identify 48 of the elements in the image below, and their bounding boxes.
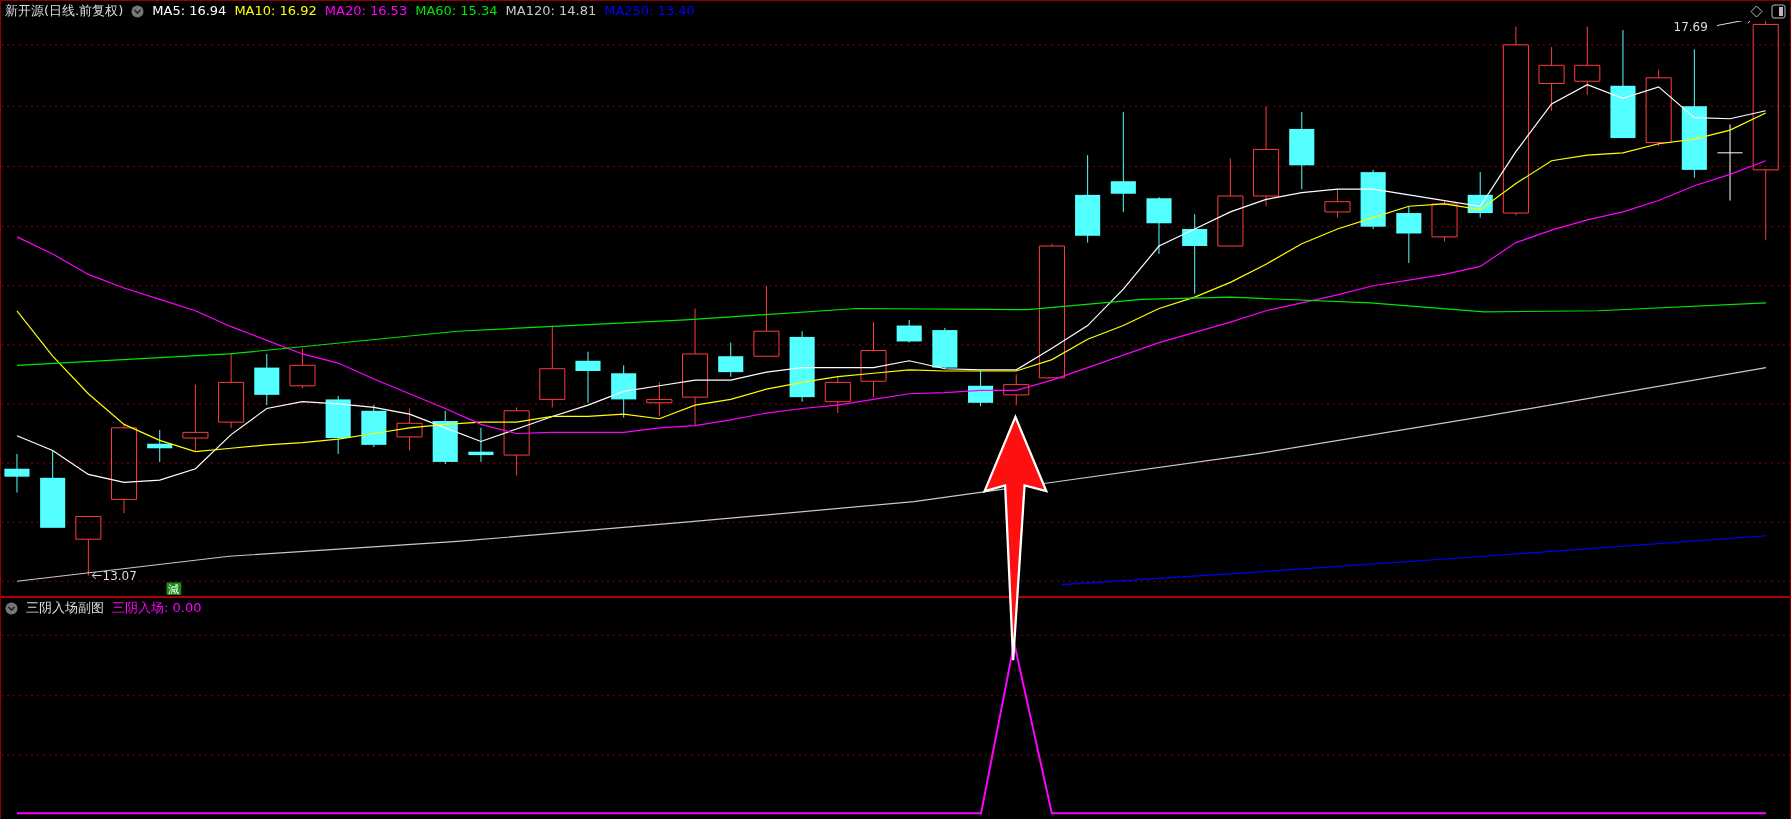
- candlestick: [75, 515, 102, 577]
- candlestick: [396, 408, 423, 452]
- panel-toggle-icon[interactable]: [1771, 3, 1786, 19]
- moving-average-label: MA5: 16.94: [152, 2, 227, 21]
- candlestick: [575, 351, 601, 404]
- candlestick: [468, 427, 494, 463]
- candlestick: [1431, 200, 1458, 242]
- moving-average-label: MA20: 16.53: [324, 2, 408, 21]
- candlestick: [1360, 169, 1386, 230]
- candlestick: [1003, 373, 1030, 406]
- candlestick: [432, 410, 458, 465]
- high-price-label: 17.69: [1673, 21, 1708, 35]
- candlestick: [1538, 46, 1565, 112]
- candlestick: [753, 285, 780, 357]
- candlestick: [182, 384, 209, 452]
- candlestick: [361, 404, 387, 448]
- candlestick: [325, 395, 351, 455]
- candlestick: [1146, 196, 1172, 255]
- candlestick: [646, 381, 673, 417]
- chevron-icon[interactable]: [131, 4, 145, 18]
- moving-average-label: MA10: 16.92: [234, 2, 317, 21]
- signal-badge: 減: [166, 582, 182, 596]
- leader-line: [91, 571, 102, 580]
- candlestick: [147, 429, 173, 463]
- leader-line: [1716, 21, 1753, 27]
- indicator-title: 三阴入场副图: [26, 599, 104, 618]
- candlestick: [503, 406, 530, 477]
- candlestick: [718, 342, 744, 378]
- candlestick: [1396, 205, 1422, 264]
- candlestick: [1324, 188, 1351, 219]
- stock-title: 新开源(日线.前复权): [5, 2, 124, 21]
- candlestick: [932, 327, 958, 370]
- candlestick: [1467, 171, 1493, 219]
- candlestick: [254, 353, 280, 406]
- moving-average-label: MA120: 14.81: [505, 2, 597, 21]
- candlestick: [611, 364, 637, 419]
- diamond-icon[interactable]: [1750, 4, 1763, 18]
- indicator-reading: 三阴入场: 0.00: [112, 599, 202, 618]
- moving-average-label: MA250: 13.40: [604, 2, 695, 21]
- candlestick: [824, 376, 851, 414]
- candlestick: [4, 453, 30, 494]
- low-price-label: 13.07: [102, 569, 137, 584]
- chevron-icon[interactable]: [5, 601, 18, 615]
- candlestick: [289, 347, 316, 389]
- candlestick: [896, 319, 922, 344]
- candlestick: [968, 370, 994, 407]
- moving-average-label: MA60: 15.34: [415, 2, 498, 21]
- candlestick: [1574, 26, 1601, 96]
